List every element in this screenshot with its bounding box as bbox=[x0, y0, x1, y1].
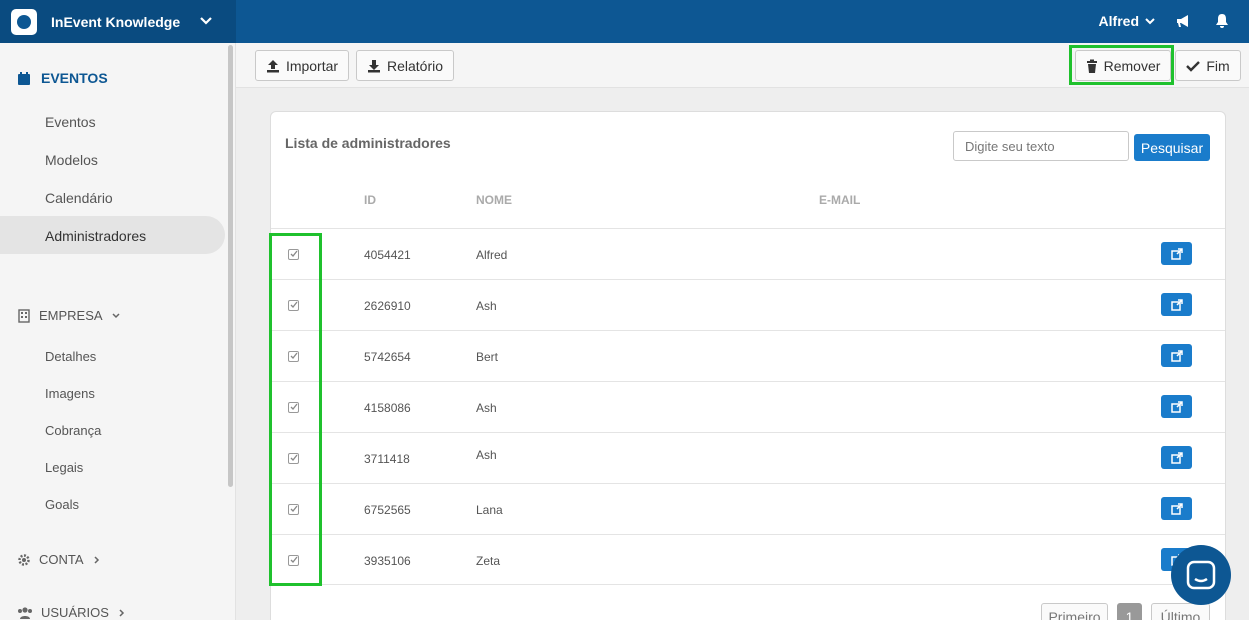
cell-name: Ash bbox=[476, 299, 497, 313]
external-link-icon bbox=[1170, 298, 1183, 311]
chevron-down-icon bbox=[112, 312, 120, 318]
pagination-last[interactable]: Último bbox=[1151, 603, 1210, 620]
external-link-icon bbox=[1170, 247, 1183, 260]
megaphone-icon[interactable] bbox=[1175, 12, 1193, 30]
sidebar-section-label: EVENTOS bbox=[41, 70, 108, 86]
cell-id: 6752565 bbox=[364, 503, 411, 517]
bell-icon[interactable] bbox=[1213, 12, 1231, 30]
sidebar-item-imagens[interactable]: Imagens bbox=[45, 386, 95, 401]
cell-name: Lana bbox=[476, 503, 503, 517]
pagination-current[interactable]: 1 bbox=[1117, 603, 1142, 620]
sidebar-section-label: EMPRESA bbox=[39, 308, 103, 323]
user-name: Alfred bbox=[1098, 13, 1139, 29]
table-row[interactable]: 2626910 Ash bbox=[271, 279, 1225, 330]
card-title: Lista de administradores bbox=[285, 135, 451, 151]
app-title: InEvent Knowledge bbox=[51, 13, 181, 30]
cell-id: 2626910 bbox=[364, 299, 411, 313]
chevron-down-icon bbox=[1145, 18, 1155, 25]
end-label: Fim bbox=[1206, 57, 1230, 74]
app-logo bbox=[11, 8, 37, 35]
chevron-right-icon bbox=[119, 608, 124, 617]
open-external-button[interactable] bbox=[1161, 446, 1192, 469]
open-external-button[interactable] bbox=[1161, 344, 1192, 367]
sidebar-item-detalhes[interactable]: Detalhes bbox=[45, 349, 96, 364]
cell-name: Ash bbox=[476, 401, 497, 415]
cell-name: Ash bbox=[476, 448, 497, 462]
end-button[interactable]: Fim bbox=[1175, 50, 1241, 81]
chevron-down-icon[interactable] bbox=[197, 12, 215, 30]
external-link-icon bbox=[1170, 502, 1183, 515]
cell-id: 3935106 bbox=[364, 554, 411, 568]
workspace-switcher[interactable]: InEvent Knowledge bbox=[0, 0, 236, 43]
external-link-icon bbox=[1170, 400, 1183, 413]
open-external-button[interactable] bbox=[1161, 293, 1192, 316]
search-button[interactable]: Pesquisar bbox=[1134, 134, 1210, 161]
building-icon bbox=[18, 308, 30, 323]
sidebar-section-conta[interactable]: CONTA bbox=[17, 552, 102, 567]
upload-icon bbox=[266, 59, 279, 72]
open-external-button[interactable] bbox=[1161, 395, 1192, 418]
users-icon bbox=[18, 607, 32, 619]
top-bar: InEvent Knowledge Alfred bbox=[0, 0, 1249, 43]
cell-id: 4054421 bbox=[364, 248, 411, 262]
cell-name: Zeta bbox=[476, 554, 501, 568]
column-header-id[interactable]: ID bbox=[364, 193, 376, 207]
download-icon bbox=[367, 59, 380, 72]
sidebar-item-calendario[interactable]: Calendário bbox=[45, 190, 113, 206]
highlight-box-checkboxes bbox=[269, 233, 322, 586]
chevron-right-icon bbox=[94, 555, 99, 564]
sidebar-section-label: USUÁRIOS bbox=[41, 605, 109, 620]
sidebar: EVENTOS Eventos Modelos Calendário Admin… bbox=[0, 43, 236, 620]
report-button[interactable]: Relatório bbox=[356, 50, 454, 81]
external-link-icon bbox=[1170, 451, 1183, 464]
cell-name: Bert bbox=[476, 350, 499, 364]
import-button[interactable]: Importar bbox=[255, 50, 349, 81]
sidebar-item-goals[interactable]: Goals bbox=[45, 497, 79, 512]
sidebar-item-cobranca[interactable]: Cobrança bbox=[45, 423, 101, 438]
table-row[interactable]: 3711418 Ash bbox=[271, 432, 1225, 483]
report-label: Relatório bbox=[386, 57, 444, 74]
search-input[interactable] bbox=[953, 131, 1129, 161]
column-header-email[interactable]: E-MAIL bbox=[819, 193, 860, 207]
table-row[interactable]: 4054421 Alfred bbox=[271, 228, 1225, 279]
sidebar-section-usuarios[interactable]: USUÁRIOS bbox=[17, 605, 127, 620]
highlight-box-remove bbox=[1069, 45, 1174, 85]
external-link-icon bbox=[1170, 349, 1183, 362]
sidebar-item-administradores[interactable]: Administradores bbox=[45, 228, 146, 244]
table-row[interactable]: 3935106 Zeta bbox=[271, 534, 1225, 585]
chat-icon bbox=[1186, 560, 1216, 590]
table-row[interactable]: 6752565 Lana bbox=[271, 483, 1225, 534]
cell-id: 4158086 bbox=[364, 401, 411, 415]
admin-list-card: Lista de administradores Pesquisar ID NO… bbox=[270, 111, 1226, 620]
user-menu[interactable]: Alfred bbox=[1099, 13, 1156, 29]
calendar-icon bbox=[18, 71, 30, 85]
import-label: Importar bbox=[285, 57, 339, 74]
sidebar-item-legais[interactable]: Legais bbox=[45, 460, 83, 475]
chat-launcher[interactable] bbox=[1171, 545, 1231, 605]
cell-id: 5742654 bbox=[364, 350, 411, 364]
open-external-button[interactable] bbox=[1161, 497, 1192, 520]
table-row[interactable]: 5742654 Bert bbox=[271, 330, 1225, 381]
cell-id: 3711418 bbox=[364, 452, 410, 466]
open-external-button[interactable] bbox=[1161, 242, 1192, 265]
sidebar-section-empresa[interactable]: EMPRESA bbox=[17, 308, 121, 323]
gear-icon bbox=[18, 553, 30, 566]
pagination-first[interactable]: Primeiro bbox=[1041, 603, 1108, 620]
sidebar-item-eventos[interactable]: Eventos bbox=[45, 114, 96, 130]
sidebar-section-label: CONTA bbox=[39, 552, 84, 567]
sidebar-item-modelos[interactable]: Modelos bbox=[45, 152, 98, 168]
column-header-name[interactable]: NOME bbox=[476, 193, 512, 207]
checkmark-icon bbox=[1186, 60, 1201, 72]
sidebar-section-eventos[interactable]: EVENTOS bbox=[17, 70, 108, 86]
sidebar-scrollbar[interactable] bbox=[228, 45, 233, 487]
table-row[interactable]: 4158086 Ash bbox=[271, 381, 1225, 432]
cell-name: Alfred bbox=[476, 248, 508, 262]
